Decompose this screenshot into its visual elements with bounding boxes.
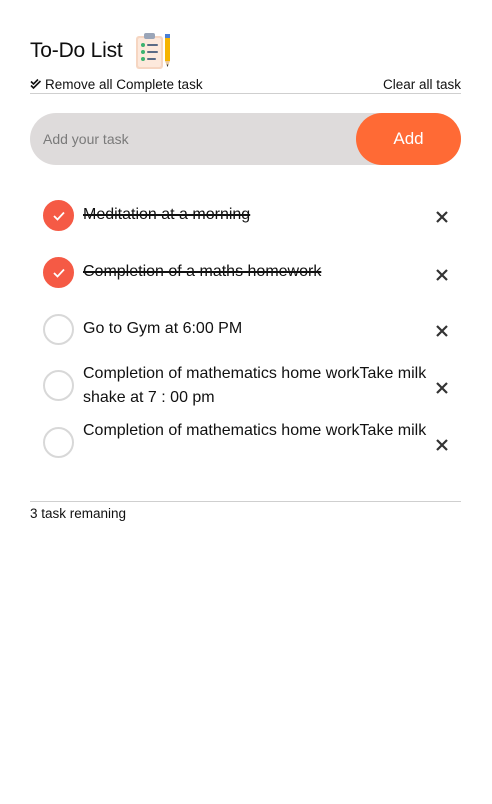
actions-bar: Remove all Complete task Clear all task [30,75,461,93]
check-icon [53,268,65,278]
remaining-count: 3 task remaning [30,506,127,521]
task-checkbox[interactable] [43,314,74,345]
list-item: Completion of mathematics home workTake … [30,358,461,414]
task-text: Completion of a maths homework [83,263,322,280]
task-text: Completion of mathematics home workTake … [83,365,427,406]
clear-all-button[interactable]: Clear all task [383,77,461,92]
divider [30,501,461,502]
task-text: Completion of mathematics home workTake … [83,422,427,439]
delete-icon[interactable] [435,210,451,226]
divider [30,93,461,94]
task-checkbox[interactable] [43,200,74,231]
header: To-Do List [30,30,173,72]
task-text: Go to Gym at 6:00 PM [83,320,243,337]
remove-complete-label: Remove all Complete task [45,76,203,92]
list-item: Meditation at a morning [30,186,461,242]
task-text: Meditation at a morning [83,206,251,223]
task-input[interactable] [43,113,343,165]
add-button[interactable]: Add [356,113,461,165]
task-checkbox[interactable] [43,257,74,288]
page-title: To-Do List [30,39,123,62]
add-task-bar: Add [30,113,461,165]
list-item: Completion of mathematics home workTake … [30,415,461,471]
delete-icon[interactable] [435,324,451,340]
double-check-icon [30,78,42,90]
delete-icon[interactable] [435,268,451,284]
checklist-pencil-icon [133,31,173,71]
list-item: Go to Gym at 6:00 PM [30,301,461,357]
delete-icon[interactable] [435,381,451,397]
list-item: Completion of a maths homework [30,244,461,300]
remove-complete-button[interactable]: Remove all Complete task [30,77,203,92]
task-checkbox[interactable] [43,427,74,458]
delete-icon[interactable] [435,438,451,454]
check-icon [53,211,65,221]
task-checkbox[interactable] [43,370,74,401]
